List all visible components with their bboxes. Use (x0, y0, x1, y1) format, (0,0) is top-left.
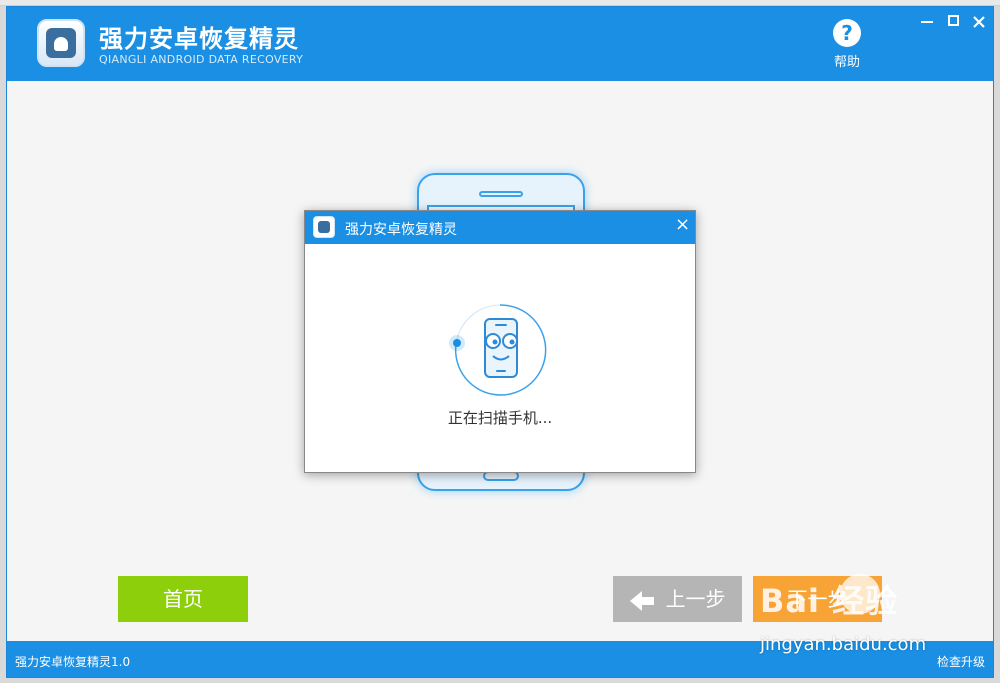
dialog-app-icon (313, 216, 335, 238)
dialog-title: 强力安卓恢复精灵 (345, 222, 457, 238)
close-icon (973, 15, 985, 28)
phone-speaker (479, 191, 523, 197)
help-label: 帮助 (833, 55, 860, 70)
app-logo-icon (37, 19, 85, 67)
arrow-left-icon (629, 590, 642, 611)
app-header: 强力安卓恢复精灵 QIANGLI ANDROID DATA RECOVERY ?… (7, 7, 993, 81)
close-button[interactable] (969, 11, 989, 31)
next-step-label: 下一步 (787, 587, 848, 611)
scan-status-text: 正在扫描手机... (447, 409, 553, 427)
next-step-button[interactable]: 下一步 (753, 576, 882, 622)
app-window: 强力安卓恢复精灵 QIANGLI ANDROID DATA RECOVERY ?… (6, 6, 994, 678)
home-button-label: 首页 (163, 587, 203, 611)
app-title: 强力安卓恢复精灵 (99, 25, 299, 53)
home-button[interactable]: 首页 (118, 576, 248, 622)
dialog-close-button[interactable]: × (675, 214, 690, 235)
maximize-icon (947, 15, 959, 26)
check-update-link[interactable]: 检查升级 (937, 653, 985, 670)
help-icon: ? (833, 19, 861, 47)
status-bar: 强力安卓恢复精灵1.0 检查升级 (7, 641, 993, 677)
prev-step-button[interactable]: 上一步 (613, 576, 742, 622)
maximize-button[interactable] (943, 11, 963, 31)
scanning-phone-icon (449, 299, 551, 401)
version-label: 强力安卓恢复精灵1.0 (15, 655, 131, 669)
prev-step-label: 上一步 (665, 587, 726, 611)
minimize-button[interactable] (917, 11, 937, 31)
app-subtitle: QIANGLI ANDROID DATA RECOVERY (99, 53, 304, 66)
scanning-dialog: 强力安卓恢复精灵 × 正在扫描手机... (304, 210, 696, 473)
help-button[interactable]: ? 帮助 (825, 19, 869, 70)
minimize-icon (921, 20, 933, 23)
arrow-left-shaft (641, 596, 654, 605)
dialog-header: 强力安卓恢复精灵 × (305, 211, 695, 244)
